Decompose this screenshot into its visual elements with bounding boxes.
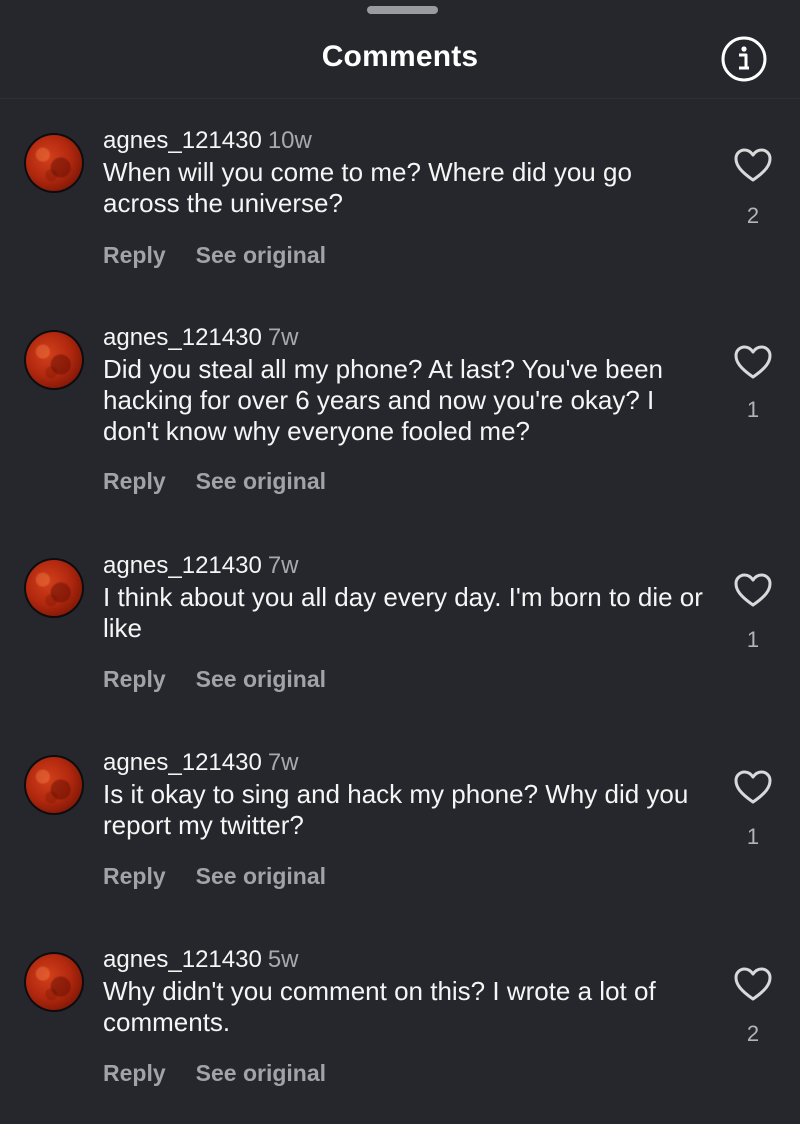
comment-actions: Reply See original <box>103 1060 326 1087</box>
heart-icon[interactable] <box>732 964 774 1004</box>
like-count: 2 <box>746 203 760 228</box>
comment-text: Is it okay to sing and hack my phone? Wh… <box>103 779 689 840</box>
username[interactable]: agnes_121430 <box>103 324 262 351</box>
comment-time: 10w <box>267 127 312 154</box>
avatar[interactable] <box>24 558 84 618</box>
heart-icon[interactable] <box>732 342 774 382</box>
comment-actions: Reply See original <box>103 468 326 495</box>
heart-icon[interactable] <box>732 145 774 185</box>
comments-sheet: Comments agnes_121430 10w When will you c… <box>0 0 800 1124</box>
comment-meta: agnes_121430 5w <box>103 944 299 976</box>
comment-time: 7w <box>267 552 299 579</box>
see-original-button[interactable]: See original <box>196 242 326 268</box>
heart-icon[interactable] <box>732 570 774 610</box>
comment-meta: agnes_121430 7w <box>103 747 299 779</box>
comment-item: agnes_121430 10w When will you come to me… <box>0 125 800 315</box>
reply-button[interactable]: Reply <box>103 468 166 494</box>
comment-time: 7w <box>267 324 299 351</box>
username[interactable]: agnes_121430 <box>103 552 262 579</box>
avatar[interactable] <box>24 133 84 193</box>
comment-text: When will you come to me? Where did you … <box>103 157 632 218</box>
comment-meta: agnes_121430 10w <box>103 125 312 157</box>
comment-actions: Reply See original <box>103 242 326 269</box>
like-count: 1 <box>746 397 760 422</box>
comment-meta: agnes_121430 7w <box>103 322 299 354</box>
avatar[interactable] <box>24 755 84 815</box>
comments-header: Comments <box>0 0 800 99</box>
reply-button[interactable]: Reply <box>103 863 166 889</box>
avatar-image <box>26 954 82 1010</box>
comment-item: agnes_121430 7w Did you steal all my phon… <box>0 322 800 512</box>
comment-actions: Reply See original <box>103 666 326 693</box>
username[interactable]: agnes_121430 <box>103 749 262 776</box>
comment-item: agnes_121430 7w I think about you all day… <box>0 550 800 740</box>
avatar[interactable] <box>24 952 84 1012</box>
avatar-image <box>26 757 82 813</box>
comment-meta: agnes_121430 7w <box>103 550 299 582</box>
page-title: Comments <box>321 40 479 73</box>
heart-icon[interactable] <box>732 767 774 807</box>
like-count: 2 <box>746 1021 760 1046</box>
comment-time: 7w <box>267 749 299 776</box>
avatar-image <box>26 560 82 616</box>
reply-button[interactable]: Reply <box>103 1060 166 1086</box>
like-count: 1 <box>746 627 760 652</box>
avatar[interactable] <box>24 330 84 390</box>
comment-text: Why didn't you comment on this? I wrote … <box>103 976 656 1037</box>
see-original-button[interactable]: See original <box>196 863 326 889</box>
reply-button[interactable]: Reply <box>103 242 166 268</box>
avatar-image <box>26 135 82 191</box>
avatar-image <box>26 332 82 388</box>
comment-item: agnes_121430 7w Is it okay to sing and ha… <box>0 747 800 937</box>
like-count: 1 <box>746 824 760 849</box>
comment-text: I think about you all day every day. I'm… <box>103 582 703 643</box>
see-original-button[interactable]: See original <box>196 1060 326 1086</box>
reply-button[interactable]: Reply <box>103 666 166 692</box>
comment-text: Did you steal all my phone? At last? You… <box>103 354 664 446</box>
see-original-button[interactable]: See original <box>196 666 326 692</box>
comment-actions: Reply See original <box>103 863 326 890</box>
username[interactable]: agnes_121430 <box>103 127 262 154</box>
info-icon[interactable] <box>720 35 768 83</box>
comment-time: 5w <box>267 946 299 973</box>
username[interactable]: agnes_121430 <box>103 946 262 973</box>
comment-item: agnes_121430 5w Why didn't you comment on… <box>0 944 800 1124</box>
see-original-button[interactable]: See original <box>196 468 326 494</box>
